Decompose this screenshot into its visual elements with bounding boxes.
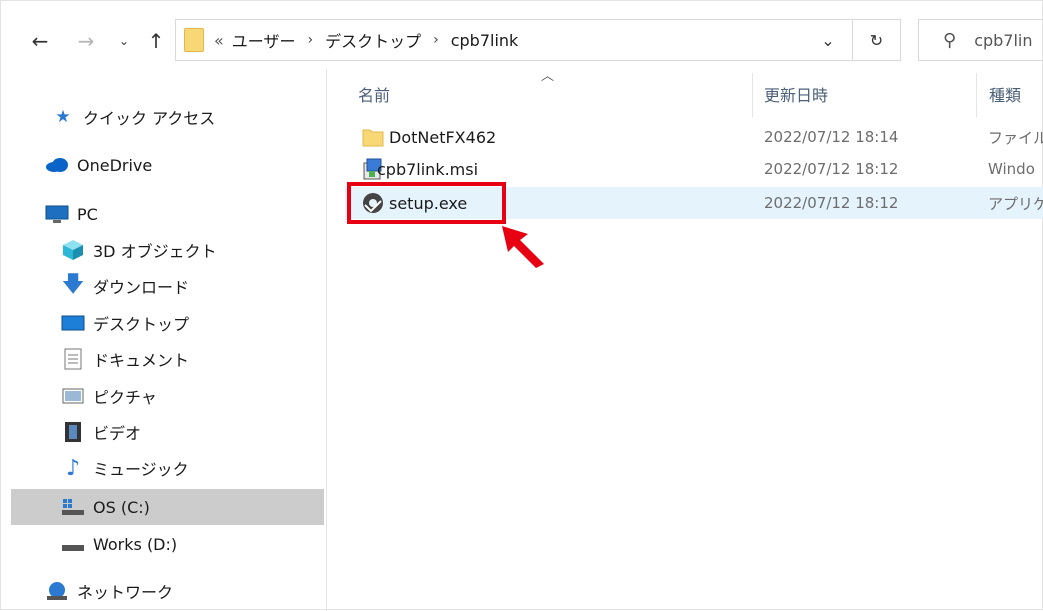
address-dropdown-chevron-icon[interactable]: ⌄ bbox=[804, 20, 852, 60]
sidebar-item-label: ビデオ bbox=[93, 424, 142, 443]
file-type: Windo bbox=[988, 160, 1035, 178]
sidebar-item-label: ダウンロード bbox=[93, 278, 190, 297]
sidebar-item-label: PC bbox=[77, 204, 98, 224]
folder-icon bbox=[361, 125, 385, 149]
sidebar-item-videos[interactable]: ビデオ bbox=[61, 414, 324, 450]
sidebar-item-network[interactable]: ネットワーク bbox=[45, 573, 324, 609]
explorer-window: ← → ⌄ ↑ « ユーザー › デスクトップ › cpb7link ⌄ ↻ ⚲… bbox=[0, 0, 1043, 611]
breadcrumb-users[interactable]: ユーザー bbox=[232, 28, 296, 52]
navigation-pane: ★ クイック アクセス OneDrive PC 3D オブジェクト 🡇 ダウンロ… bbox=[11, 69, 327, 611]
desktop-icon bbox=[61, 313, 85, 333]
sidebar-item-os-c[interactable]: OS (C:) bbox=[11, 489, 324, 525]
music-note-icon: ♪ bbox=[65, 455, 81, 481]
file-date: 2022/07/12 18:12 bbox=[764, 160, 899, 178]
sidebar-item-label: クイック アクセス bbox=[83, 109, 216, 128]
sidebar-item-label: Works (D:) bbox=[93, 534, 178, 554]
breadcrumb-overflow[interactable]: « bbox=[214, 31, 224, 50]
search-placeholder: cpb7lin bbox=[974, 30, 1033, 50]
cube-icon bbox=[61, 240, 85, 260]
file-name: DotNetFX462 bbox=[389, 127, 497, 147]
refresh-icon[interactable]: ↻ bbox=[852, 20, 900, 60]
sidebar-item-label: ネットワーク bbox=[77, 583, 174, 602]
column-header-date[interactable]: 更新日時 bbox=[764, 73, 828, 115]
address-bar[interactable]: « ユーザー › デスクトップ › cpb7link ⌄ ↻ bbox=[175, 19, 901, 61]
sidebar-item-downloads[interactable]: 🡇 ダウンロード bbox=[61, 268, 324, 304]
sidebar-item-label: OS (C:) bbox=[93, 497, 150, 517]
column-divider[interactable] bbox=[752, 73, 753, 117]
sidebar-item-pc[interactable]: PC bbox=[45, 196, 324, 232]
drive-c-icon bbox=[61, 497, 85, 517]
sidebar-item-documents[interactable]: ドキュメント bbox=[61, 341, 324, 377]
file-name: cpb7link.msi bbox=[377, 159, 479, 179]
document-icon bbox=[61, 348, 85, 370]
sidebar-item-pictures[interactable]: ピクチャ bbox=[61, 378, 324, 414]
folder-icon bbox=[184, 28, 204, 52]
search-icon: ⚲ bbox=[943, 29, 957, 51]
forward-arrow-icon[interactable]: → bbox=[73, 27, 99, 55]
film-icon bbox=[61, 422, 85, 442]
highlight-box bbox=[347, 182, 506, 224]
sidebar-item-label: 3D オブジェクト bbox=[93, 242, 217, 261]
breadcrumb-desktop[interactable]: デスクトップ bbox=[325, 28, 421, 52]
file-date: 2022/07/12 18:12 bbox=[764, 194, 899, 212]
pointer-arrow-icon bbox=[502, 226, 544, 268]
sidebar-item-label: OneDrive bbox=[77, 155, 153, 175]
drive-icon bbox=[61, 534, 85, 554]
sidebar-item-label: ミュージック bbox=[93, 460, 189, 479]
breadcrumb-cpb7link[interactable]: cpb7link bbox=[451, 31, 519, 50]
pane-divider[interactable] bbox=[326, 69, 327, 611]
file-date: 2022/07/12 18:14 bbox=[764, 128, 899, 146]
back-arrow-icon[interactable]: ← bbox=[27, 27, 53, 55]
picture-icon bbox=[61, 386, 85, 406]
column-divider[interactable] bbox=[976, 73, 977, 117]
up-arrow-icon[interactable]: ↑ bbox=[143, 27, 169, 55]
file-type: アプリケ bbox=[988, 194, 1043, 213]
download-arrow-icon: 🡇 bbox=[61, 272, 85, 297]
column-header-type[interactable]: 種類 bbox=[989, 73, 1021, 115]
sidebar-item-works-d[interactable]: Works (D:) bbox=[61, 526, 324, 562]
recent-locations-chevron-icon[interactable]: ⌄ bbox=[111, 27, 137, 55]
sidebar-item-desktop[interactable]: デスクトップ bbox=[61, 305, 324, 341]
file-row-dotnetfx462[interactable]: DotNetFX462 2022/07/12 18:14 ファイル bbox=[345, 121, 1043, 153]
sidebar-item-label: ピクチャ bbox=[93, 388, 157, 407]
sort-ascending-chevron-icon: ︿ bbox=[541, 69, 555, 84]
chevron-right-icon[interactable]: › bbox=[307, 32, 313, 48]
sidebar-item-label: デスクトップ bbox=[93, 315, 190, 334]
sidebar-item-music[interactable]: ♪ ミュージック bbox=[61, 450, 324, 486]
column-header-name[interactable]: 名前 bbox=[358, 73, 390, 115]
file-row-cpb7link-msi[interactable]: cpb7link.msi 2022/07/12 18:12 Windo bbox=[345, 153, 1043, 185]
cloud-icon bbox=[45, 155, 69, 175]
sidebar-item-onedrive[interactable]: OneDrive bbox=[45, 147, 324, 183]
computer-icon bbox=[45, 204, 69, 224]
sidebar-item-label: ドキュメント bbox=[93, 351, 190, 370]
search-input[interactable]: ⚲ cpb7lin bbox=[918, 19, 1043, 61]
star-icon: ★ bbox=[55, 107, 71, 127]
network-icon bbox=[45, 581, 69, 601]
sidebar-item-quick-access[interactable]: ★ クイック アクセス bbox=[51, 99, 324, 135]
chevron-right-icon[interactable]: › bbox=[433, 32, 439, 48]
file-type: ファイル bbox=[988, 128, 1043, 147]
sidebar-item-3d-objects[interactable]: 3D オブジェクト bbox=[61, 232, 324, 268]
